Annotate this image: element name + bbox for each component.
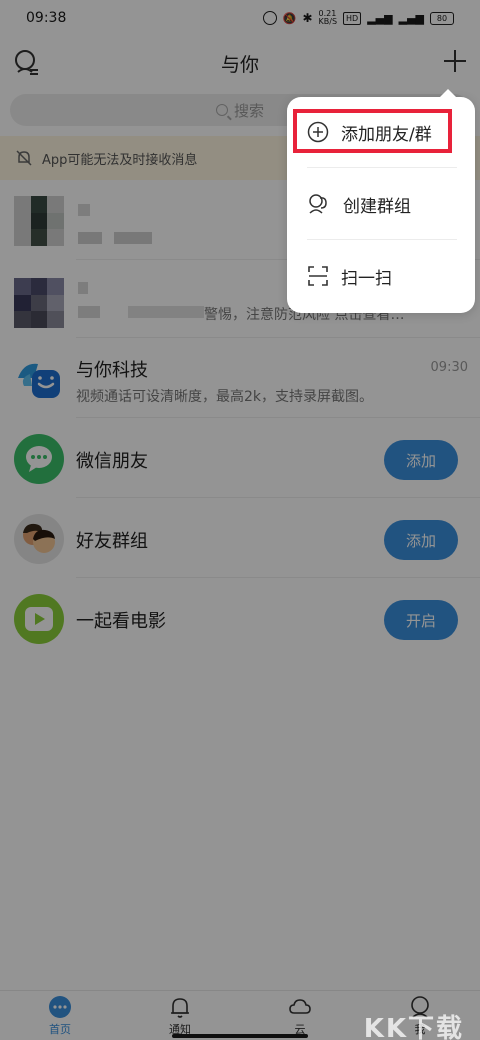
menu-item-scan[interactable]: 扫一扫 bbox=[287, 241, 475, 311]
annotation-highlight-box bbox=[293, 109, 452, 153]
menu-divider bbox=[307, 239, 457, 240]
watermark-logo: KK下载 bbox=[363, 1014, 464, 1040]
scan-icon bbox=[308, 266, 328, 286]
menu-item-create-group[interactable]: 创建群组 bbox=[287, 169, 475, 239]
group-icon bbox=[309, 194, 327, 214]
menu-item-label: 创建群组 bbox=[343, 196, 411, 217]
menu-divider bbox=[307, 167, 457, 168]
menu-item-label: 扫一扫 bbox=[341, 268, 392, 289]
